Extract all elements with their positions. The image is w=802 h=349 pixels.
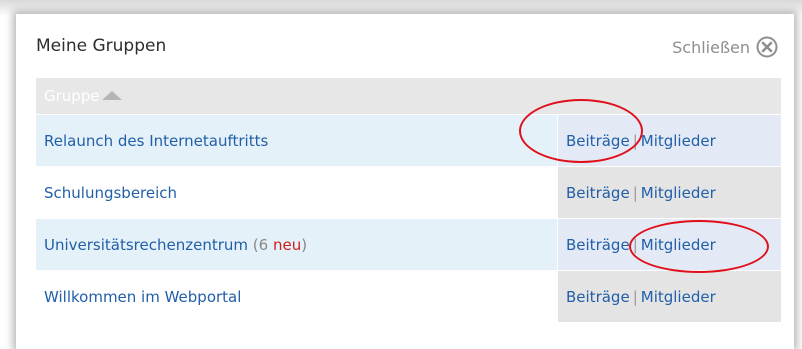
group-actions-cell: Beiträge | Mitglieder bbox=[557, 270, 781, 322]
column-header-gruppe[interactable]: Gruppe bbox=[36, 78, 781, 115]
group-actions-cell: Beiträge | Mitglieder bbox=[557, 114, 781, 167]
close-label: Schließen bbox=[672, 37, 750, 57]
posts-link[interactable]: Beiträge bbox=[566, 236, 630, 254]
posts-link[interactable]: Beiträge bbox=[566, 184, 630, 202]
my-groups-dialog: Meine Gruppen Schließen Gruppe Relaunch … bbox=[16, 14, 794, 349]
posts-link[interactable]: Beiträge bbox=[566, 288, 630, 306]
posts-link[interactable]: Beiträge bbox=[566, 132, 630, 150]
table-header-row: Gruppe bbox=[36, 78, 781, 115]
new-label: neu bbox=[272, 235, 302, 254]
new-count-badge: (6 neu) bbox=[253, 236, 307, 254]
group-name-cell: Schulungsbereich bbox=[36, 166, 558, 219]
close-circle-icon bbox=[756, 36, 778, 58]
table-row: Universitätsrechenzentrum (6 neu) Beiträ… bbox=[36, 218, 781, 271]
group-link-relaunch[interactable]: Relaunch des Internetauftritts bbox=[44, 132, 268, 150]
group-actions-cell: Beiträge | Mitglieder bbox=[557, 166, 781, 219]
separator: | bbox=[632, 235, 638, 254]
table-row: Willkommen im Webportal Beiträge | Mitglie… bbox=[36, 270, 781, 322]
group-link-willkommen[interactable]: Willkommen im Webportal bbox=[44, 288, 241, 306]
group-name-cell: Willkommen im Webportal bbox=[36, 270, 558, 322]
separator: | bbox=[632, 183, 638, 202]
group-actions-cell: Beiträge | Mitglieder bbox=[557, 218, 781, 271]
separator: | bbox=[632, 287, 638, 306]
members-link[interactable]: Mitglieder bbox=[641, 184, 716, 202]
members-link[interactable]: Mitglieder bbox=[641, 236, 716, 254]
members-link[interactable]: Mitglieder bbox=[641, 132, 716, 150]
table-row: Relaunch des Internetauftritts Beiträge |… bbox=[36, 114, 781, 167]
members-link[interactable]: Mitglieder bbox=[641, 288, 716, 306]
close-button[interactable]: Schließen bbox=[672, 36, 778, 58]
dialog-title: Meine Gruppen bbox=[36, 36, 167, 56]
new-count-open: (6 bbox=[252, 235, 269, 254]
sort-ascending-icon bbox=[101, 91, 122, 100]
separator: | bbox=[632, 131, 638, 150]
group-link-schulungsbereich[interactable]: Schulungsbereich bbox=[44, 184, 177, 202]
column-header-label: Gruppe bbox=[44, 87, 100, 105]
group-link-universitaetsrechenzentrum[interactable]: Universitätsrechenzentrum bbox=[44, 236, 248, 254]
new-count-close: ) bbox=[301, 235, 308, 254]
groups-table: Gruppe Relaunch des Internetauftritts Be… bbox=[36, 78, 781, 322]
group-name-cell: Relaunch des Internetauftritts bbox=[36, 114, 558, 167]
group-name-cell: Universitätsrechenzentrum (6 neu) bbox=[36, 218, 558, 271]
table-row: Schulungsbereich Beiträge | Mitglieder bbox=[36, 166, 781, 219]
